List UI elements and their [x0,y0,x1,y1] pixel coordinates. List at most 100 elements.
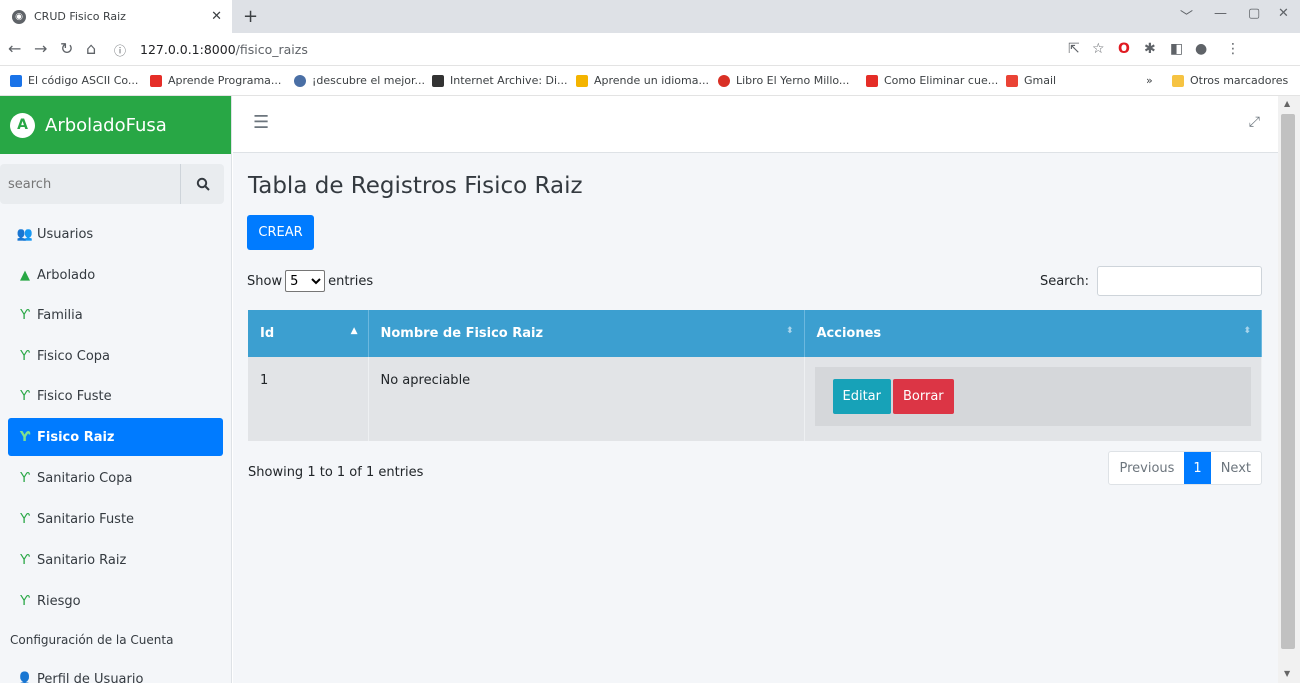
fullscreen-icon[interactable]: ⤢ [1249,114,1260,130]
restore-icon[interactable]: ▢ [1248,6,1260,21]
sidebar-item-sanitario-fuste[interactable]: Ƴ Sanitario Fuste [8,500,223,538]
table-search: Search: [1040,266,1262,296]
sidebar-item-perfil[interactable]: 👤 Perfil de Usuario [8,660,223,683]
bookmark-item[interactable]: Gmail [1006,74,1056,87]
profile-avatar-icon[interactable]: ● [1195,41,1207,57]
reload-icon[interactable]: ↻ [60,39,73,58]
bookmark-item[interactable]: Aprende Programa... [150,74,281,87]
edit-button[interactable]: Editar [832,379,891,414]
youtube-icon [866,74,878,87]
bookmark-label: Libro El Yerno Millo... [736,74,850,87]
star-icon[interactable]: ☆ [1092,41,1105,57]
main-content: Tabla de Registros Fisico Raiz CREAR Sho… [233,153,1278,683]
users-icon: 👥 [16,226,34,242]
home-icon[interactable]: ⌂ [86,39,96,58]
chevron-down-icon[interactable]: ﹀ [1180,6,1193,25]
brand-text: ArboladoFusa [45,114,167,136]
sidebar-search-input[interactable] [0,164,180,204]
scrollbar-thumb[interactable] [1281,114,1295,649]
sidebar-item-riesgo[interactable]: Ƴ Riesgo [8,582,223,620]
bookmark-item[interactable]: Como Eliminar cue... [866,74,998,87]
other-bookmarks-label: Otros marcadores [1190,74,1289,87]
sidebar-item-sanitario-copa[interactable]: Ƴ Sanitario Copa [8,459,223,497]
opera-icon[interactable]: O [1118,41,1130,57]
table-row: 1 No apreciable Editar Borrar [248,357,1262,441]
search-icon[interactable] [180,164,224,204]
delete-button[interactable]: Borrar [893,379,954,414]
bookmark-item[interactable]: Aprende un idioma... [576,74,709,87]
close-window-icon[interactable]: ✕ [1278,6,1289,21]
info-icon[interactable]: ⓘ [114,42,126,59]
entries-length-control: Show 5 entries [247,270,373,292]
brand-logo-icon: A [10,112,35,138]
more-bookmarks-icon[interactable]: » [1146,74,1153,87]
quora-icon [718,74,730,87]
bookmark-label: ¡descubre el mejor... [312,74,426,87]
header-label: Nombre de Fisico Raiz [380,326,544,341]
bookmark-label: El código ASCII Co... [28,74,139,87]
globe-icon: ◉ [12,9,26,24]
sidebar-item-familia[interactable]: Ƴ Familia [8,296,223,334]
sidebar-toggle-icon[interactable]: ◧ [1170,41,1183,57]
sidebar-item-fisico-fuste[interactable]: Ƴ Fisico Fuste [8,377,223,415]
tree-icon: ▲ [20,267,30,283]
column-header-name[interactable]: Nombre de Fisico Raiz ⬍ [368,310,805,357]
bookmark-item[interactable]: Libro El Yerno Millo... [718,74,849,87]
sidebar-item-fisico-copa[interactable]: Ƴ Fisico Copa [8,337,223,375]
bookmark-label: Aprende un idioma... [594,74,709,87]
gmail-icon [1006,74,1018,87]
sort-icon: ⬍ [1243,326,1251,336]
other-bookmarks[interactable]: Otros marcadores [1172,74,1288,87]
share-icon[interactable]: ⇱ [1068,41,1080,57]
archive-icon [432,74,444,87]
sidebar-item-fisico-raiz[interactable]: Ƴ Fisico Raiz [8,418,223,456]
hamburger-menu-icon[interactable]: ☰ [253,112,269,133]
scroll-down-icon[interactable]: ▼ [1284,669,1290,678]
pagination-previous[interactable]: Previous [1109,452,1184,484]
actions-group: Editar Borrar [814,367,1251,426]
sidebar-item-label: Sanitario Copa [37,470,133,486]
cell-name: No apreciable [368,357,805,441]
table-search-input[interactable] [1097,266,1262,296]
pagination: Previous 1 Next [1108,451,1262,485]
brand-link[interactable]: A ArboladoFusa [0,96,231,154]
close-tab-icon[interactable]: ✕ [211,9,222,24]
create-button[interactable]: CREAR [247,215,314,250]
records-table: Id ▲ Nombre de Fisico Raiz ⬍ Acciones ⬍ 1 N… [248,310,1262,441]
bookmark-item[interactable]: El código ASCII Co... [10,74,138,87]
search-label: Search: [1039,273,1089,289]
extensions-icon[interactable]: ✱ [1144,41,1156,57]
page-scrollbar[interactable]: ▲ ▼ [1278,96,1300,683]
seedling-icon: Ƴ [20,552,30,568]
pagination-page[interactable]: 1 [1184,452,1211,484]
page-title: Tabla de Registros Fisico Raiz [248,173,583,199]
bookmark-label: Internet Archive: Di... [450,74,568,87]
sort-icon: ⬍ [785,326,794,336]
bookmark-item[interactable]: Internet Archive: Di... [432,74,568,87]
column-header-actions[interactable]: Acciones ⬍ [804,310,1262,357]
folder-icon [1172,74,1184,87]
url-field[interactable]: 127.0.0.1:8000/fisico_raizs [140,42,308,57]
sidebar-item-usuarios[interactable]: 👥 Usuarios [8,215,223,253]
show-label: Show [247,273,283,289]
table-info: Showing 1 to 1 of 1 entries [248,465,424,480]
column-header-id[interactable]: Id ▲ [248,310,369,357]
header-label: Id [260,326,275,341]
minimize-icon[interactable]: — [1214,6,1227,21]
back-icon[interactable]: ← [8,39,21,58]
browser-tab[interactable]: ◉ CRUD Fisico Raiz ✕ [0,0,232,33]
bookmark-item[interactable]: ¡descubre el mejor... [294,74,425,87]
new-tab-icon[interactable]: + [243,6,258,27]
sidebar-item-arbolado[interactable]: ▲ Arbolado [8,256,223,294]
bookmarks-bar: El código ASCII Co... Aprende Programa..… [0,66,1300,96]
seedling-icon: Ƴ [20,348,30,364]
sort-asc-icon: ▲ [350,326,358,336]
pagination-next[interactable]: Next [1211,452,1261,484]
tab-title: CRUD Fisico Raiz [34,10,126,23]
scroll-up-icon[interactable]: ▲ [1284,99,1290,108]
menu-dots-icon[interactable]: ⋮ [1226,41,1240,57]
bookmark-label: Aprende Programa... [168,74,282,87]
forward-icon[interactable]: → [34,39,47,58]
entries-select[interactable]: 5 [285,270,326,292]
sidebar-item-sanitario-raiz[interactable]: Ƴ Sanitario Raiz [8,541,223,579]
